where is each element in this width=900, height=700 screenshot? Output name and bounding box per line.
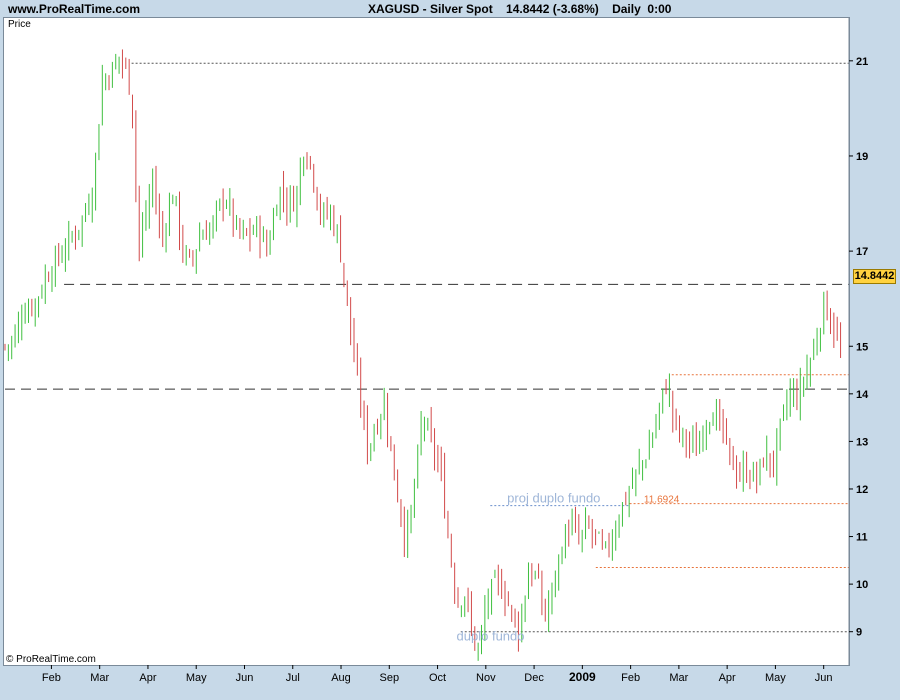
y-tick-label: 14 (856, 389, 869, 401)
price-chart[interactable]: proj duplo fundo 11.6924 duplo fundo 21 19 1… (0, 0, 900, 700)
x-tick-label: Mar (669, 672, 688, 684)
annotation-2: duplo fundo (457, 628, 525, 643)
x-tick-label: 2009 (569, 670, 596, 684)
y-tick-label: 17 (856, 246, 868, 258)
y-tick-label: 12 (856, 484, 868, 496)
y-tick-label: 9 (856, 627, 862, 639)
y-tick-label: 11 (856, 532, 868, 544)
x-tick-label: Jul (286, 672, 300, 684)
y-tick-label: 21 (856, 56, 868, 68)
x-tick-label: May (765, 672, 786, 684)
x-tick-label: Jun (815, 672, 833, 684)
y-tick-label: 15 (856, 341, 868, 353)
x-tick-label: Feb (621, 672, 640, 684)
y-axis: 21 19 17 15 14 13 12 11 10 9 (848, 18, 869, 665)
x-axis: Feb Mar Apr May Jun Jul Aug Sep Oct Nov Dec 2009 Feb… (42, 665, 833, 684)
x-tick-label: Aug (331, 672, 351, 684)
y-tick-label: 19 (856, 151, 868, 163)
y-tick-label: 10 (856, 579, 868, 591)
last-price-marker: 14.8442 (853, 269, 896, 284)
x-tick-label: Nov (476, 672, 496, 684)
x-tick-label: Jun (236, 672, 254, 684)
annotation-0: proj duplo fundo (507, 490, 600, 505)
x-tick-label: Apr (719, 672, 736, 684)
y-tick-label: 13 (856, 436, 868, 448)
x-tick-label: Feb (42, 672, 61, 684)
x-tick-label: Apr (139, 672, 156, 684)
x-tick-label: Mar (90, 672, 109, 684)
x-tick-label: Dec (524, 672, 544, 684)
annotation-1: 11.6924 (644, 494, 680, 505)
price-bars (4, 49, 842, 661)
x-tick-label: Sep (379, 672, 399, 684)
x-tick-label: May (186, 672, 207, 684)
annotations: proj duplo fundo 11.6924 duplo fundo (457, 490, 680, 643)
x-tick-label: Oct (429, 672, 446, 684)
horizontal-lines (5, 62, 849, 633)
